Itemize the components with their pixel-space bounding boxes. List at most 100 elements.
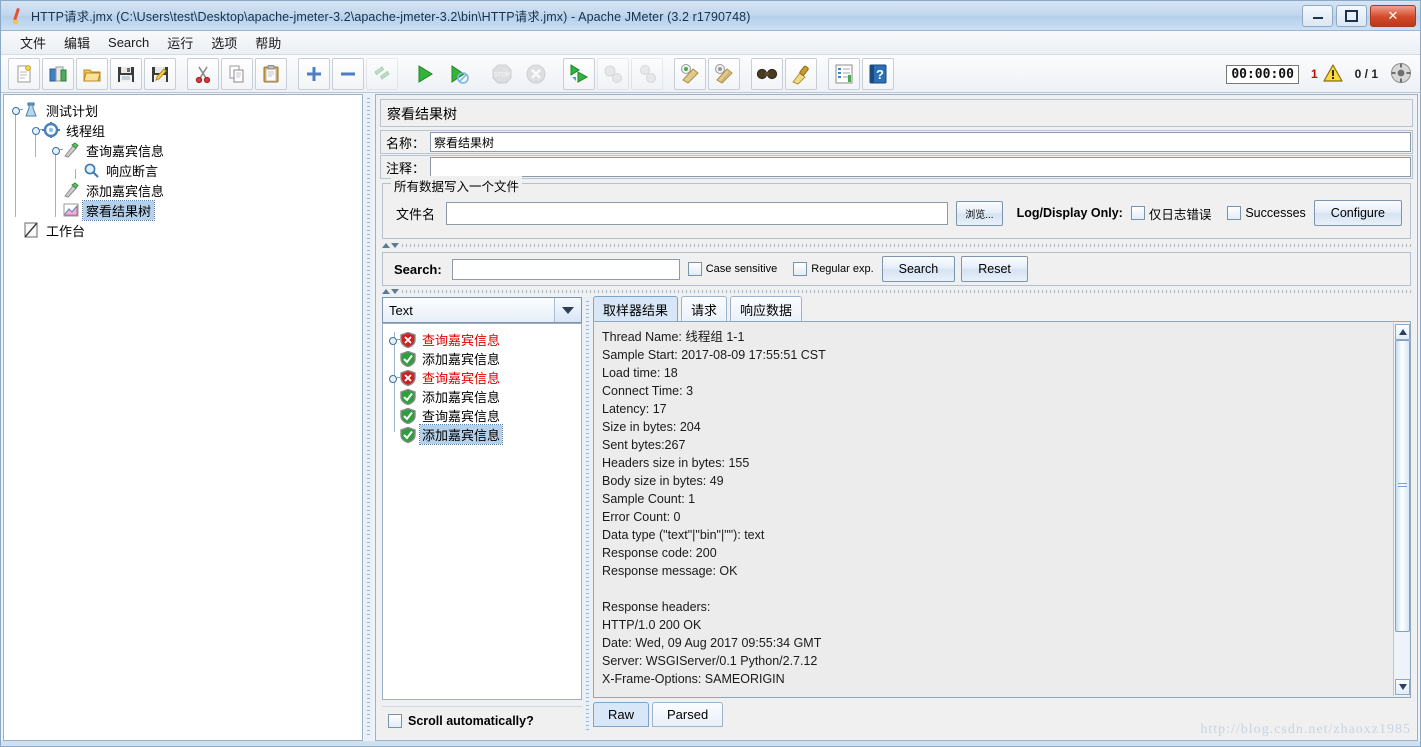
templates-icon[interactable]	[42, 57, 74, 90]
filename-input[interactable]	[446, 201, 949, 225]
checkbox-icon[interactable]	[687, 262, 702, 276]
panel-split-divider-bottom[interactable]	[380, 287, 1413, 296]
menu-run[interactable]: 运行	[158, 31, 202, 54]
write-all-data-groupbox: 所有数据写入一个文件 文件名 浏览... Log/Display Only: 仅…	[382, 176, 1411, 239]
sampler-result-content[interactable]: Thread Name: 线程组 1-1 Sample Start: 2017-…	[593, 321, 1411, 698]
tree-node-label: 线程组	[66, 123, 106, 139]
main-split-divider[interactable]	[364, 94, 373, 741]
window-controls: ✕	[1302, 5, 1416, 27]
start-icon[interactable]	[409, 58, 441, 90]
checkbox-icon[interactable]	[793, 262, 808, 276]
vertical-scrollbar[interactable]	[1393, 323, 1410, 696]
menu-file[interactable]: 文件	[11, 31, 55, 54]
checkbox-icon[interactable]	[1130, 206, 1145, 220]
renderer-combo[interactable]: Text	[382, 297, 582, 323]
list-item[interactable]: 查询嘉宾信息	[383, 406, 581, 425]
leaf-knob	[387, 389, 399, 405]
tree-node-http-sampler-add[interactable]: 添加嘉宾信息	[10, 180, 362, 200]
collapse-all-icon[interactable]	[332, 57, 364, 90]
tab-raw[interactable]: Raw	[593, 702, 650, 727]
menu-search[interactable]: Search	[99, 33, 158, 52]
scroll-up-icon[interactable]	[1395, 324, 1410, 340]
minimize-button[interactable]	[1302, 5, 1333, 27]
menu-help[interactable]: 帮助	[246, 31, 290, 54]
copy-icon[interactable]	[221, 57, 253, 90]
scrollbar-grip	[1398, 483, 1407, 489]
search-reset-icon[interactable]	[785, 57, 817, 90]
minimize-icon	[1303, 6, 1332, 26]
tree-node-thread-group[interactable]: 线程组	[10, 120, 362, 140]
checkbox-icon[interactable]	[388, 713, 402, 728]
browse-button[interactable]: 浏览...	[956, 200, 1003, 226]
reset-button[interactable]: Reset	[961, 256, 1028, 282]
tree-node-view-results-tree[interactable]: 察看结果树	[10, 199, 362, 221]
tab-parsed[interactable]: Parsed	[652, 702, 724, 727]
result-sample-tree[interactable]: 查询嘉宾信息 添加嘉宾信息 查询嘉宾信息 添加嘉宾信息 查询嘉宾信息 添加嘉宾信…	[382, 323, 582, 700]
split-grip	[402, 290, 1411, 293]
tab-response-data[interactable]: 响应数据	[730, 296, 803, 322]
scroll-down-icon[interactable]	[1395, 679, 1410, 695]
menu-options[interactable]: 选项	[202, 31, 246, 54]
scroll-automatically-checkbox[interactable]: Scroll automatically?	[382, 706, 582, 734]
results-split-divider[interactable]	[583, 297, 592, 734]
expand-knob-icon[interactable]	[387, 332, 400, 348]
case-sensitive-checkbox[interactable]: Case sensitive	[687, 262, 777, 276]
tree-node-workbench[interactable]: 工作台	[10, 220, 362, 240]
expand-knob-icon[interactable]	[30, 122, 43, 138]
maximize-button[interactable]	[1336, 5, 1367, 27]
scrollbar-thumb[interactable]	[1395, 340, 1410, 632]
open-icon[interactable]	[76, 57, 108, 90]
paste-icon[interactable]	[255, 57, 287, 90]
expand-knob-icon[interactable]	[387, 370, 400, 386]
test-plan-tree-pane[interactable]: 测试计划 线程组 查询嘉宾信息 响应断言 添加嘉宾信息 察看结果树 工作台	[3, 94, 363, 741]
tab-request[interactable]: 请求	[681, 296, 728, 322]
tree-node-http-sampler-query[interactable]: 查询嘉宾信息	[10, 140, 362, 160]
svg-text:STOP: STOP	[494, 72, 510, 78]
list-item[interactable]: 查询嘉宾信息	[383, 368, 581, 387]
expand-knob-icon[interactable]	[50, 142, 63, 158]
regular-exp-checkbox[interactable]: Regular exp.	[793, 262, 874, 276]
toggle-icon[interactable]	[366, 57, 398, 90]
expand-all-icon[interactable]	[298, 57, 330, 90]
save-icon[interactable]	[110, 57, 142, 90]
new-icon[interactable]	[8, 57, 40, 90]
save-as-icon[interactable]	[144, 57, 176, 90]
panel-split-divider-top[interactable]	[380, 241, 1413, 250]
search-input[interactable]	[451, 258, 680, 280]
start-no-pauses-icon[interactable]	[443, 58, 475, 90]
http-sampler-icon	[62, 142, 80, 158]
expand-knob-icon[interactable]	[10, 102, 23, 118]
start-remote-all-icon[interactable]	[563, 57, 595, 90]
checkbox-icon[interactable]	[1227, 206, 1242, 220]
search-icon[interactable]	[751, 57, 783, 90]
clear-all-icon[interactable]	[708, 57, 740, 90]
chevron-down-icon[interactable]	[554, 298, 581, 322]
tab-sampler-result[interactable]: 取样器结果	[593, 296, 679, 322]
help-icon[interactable]: ?	[862, 57, 894, 90]
list-item[interactable]: 添加嘉宾信息	[383, 387, 581, 406]
menu-edit[interactable]: 编辑	[55, 31, 99, 54]
configure-button[interactable]: Configure	[1313, 200, 1402, 226]
maximize-icon	[1337, 6, 1366, 26]
list-item[interactable]: 添加嘉宾信息	[383, 424, 581, 445]
cut-icon[interactable]	[187, 57, 219, 90]
collapse-up-icon[interactable]	[382, 289, 390, 294]
name-input[interactable]: 察看结果树	[430, 132, 1411, 152]
warning-triangle-icon[interactable]	[1323, 63, 1343, 85]
errors-checkbox[interactable]: 仅日志错误	[1130, 204, 1211, 223]
function-helper-icon[interactable]	[828, 57, 860, 90]
collapse-up-icon[interactable]	[382, 243, 390, 248]
jmeter-feather-icon	[7, 6, 27, 26]
tree-node-response-assertion[interactable]: 响应断言	[10, 160, 362, 180]
comment-input[interactable]	[430, 157, 1411, 177]
close-button[interactable]: ✕	[1370, 5, 1416, 27]
list-item[interactable]: 查询嘉宾信息	[383, 330, 581, 349]
search-button[interactable]: Search	[881, 256, 956, 282]
list-item[interactable]: 添加嘉宾信息	[383, 349, 581, 368]
clear-icon[interactable]	[674, 57, 706, 90]
collapse-down-icon[interactable]	[391, 289, 399, 294]
successes-checkbox[interactable]: Successes	[1227, 206, 1306, 220]
search-label: Search:	[394, 261, 442, 277]
collapse-down-icon[interactable]	[391, 243, 399, 248]
tree-node-test-plan[interactable]: 测试计划	[10, 100, 362, 120]
